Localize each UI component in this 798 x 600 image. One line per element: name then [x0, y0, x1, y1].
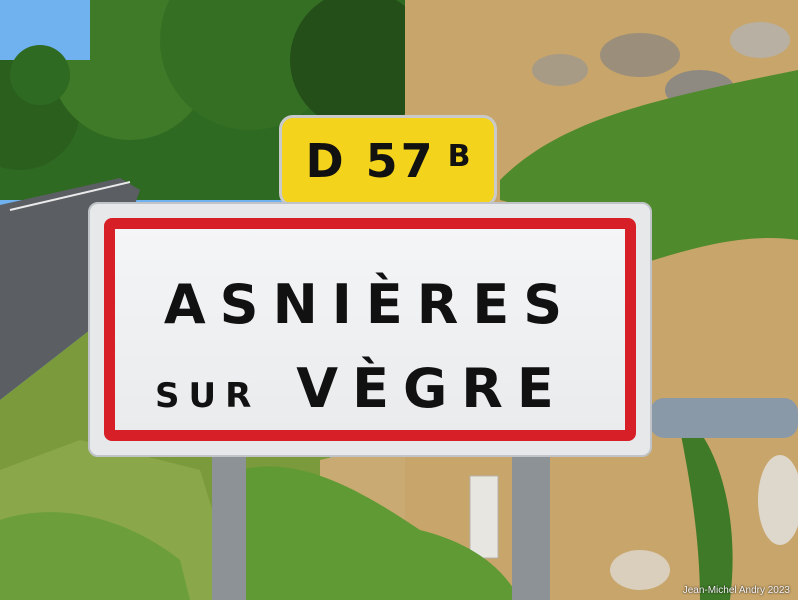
pipe — [650, 398, 798, 438]
road-number: D 57 — [305, 134, 436, 188]
sign-post-right — [512, 440, 550, 600]
town-entry-sign: ASNIÈRES SUR VÈGRE — [88, 202, 652, 457]
town-sign-border: ASNIÈRES SUR VÈGRE — [104, 218, 636, 441]
utility-box — [469, 475, 499, 559]
road-number-suffix: B — [447, 138, 471, 174]
sign-post-left — [212, 440, 246, 600]
road-number-sign: D 57 B — [279, 115, 497, 207]
photo-credit: Jean-Michel Andry 2023 — [682, 585, 790, 596]
town-name-sur: SUR — [155, 376, 261, 416]
town-name-vegre: VÈGRE — [296, 357, 568, 420]
photo-frame: D 57 B ASNIÈRES SUR VÈGRE Jean-Michel And… — [0, 0, 798, 600]
town-name-line1: ASNIÈRES — [163, 273, 577, 336]
town-name-line2: SUR VÈGRE — [155, 357, 568, 420]
